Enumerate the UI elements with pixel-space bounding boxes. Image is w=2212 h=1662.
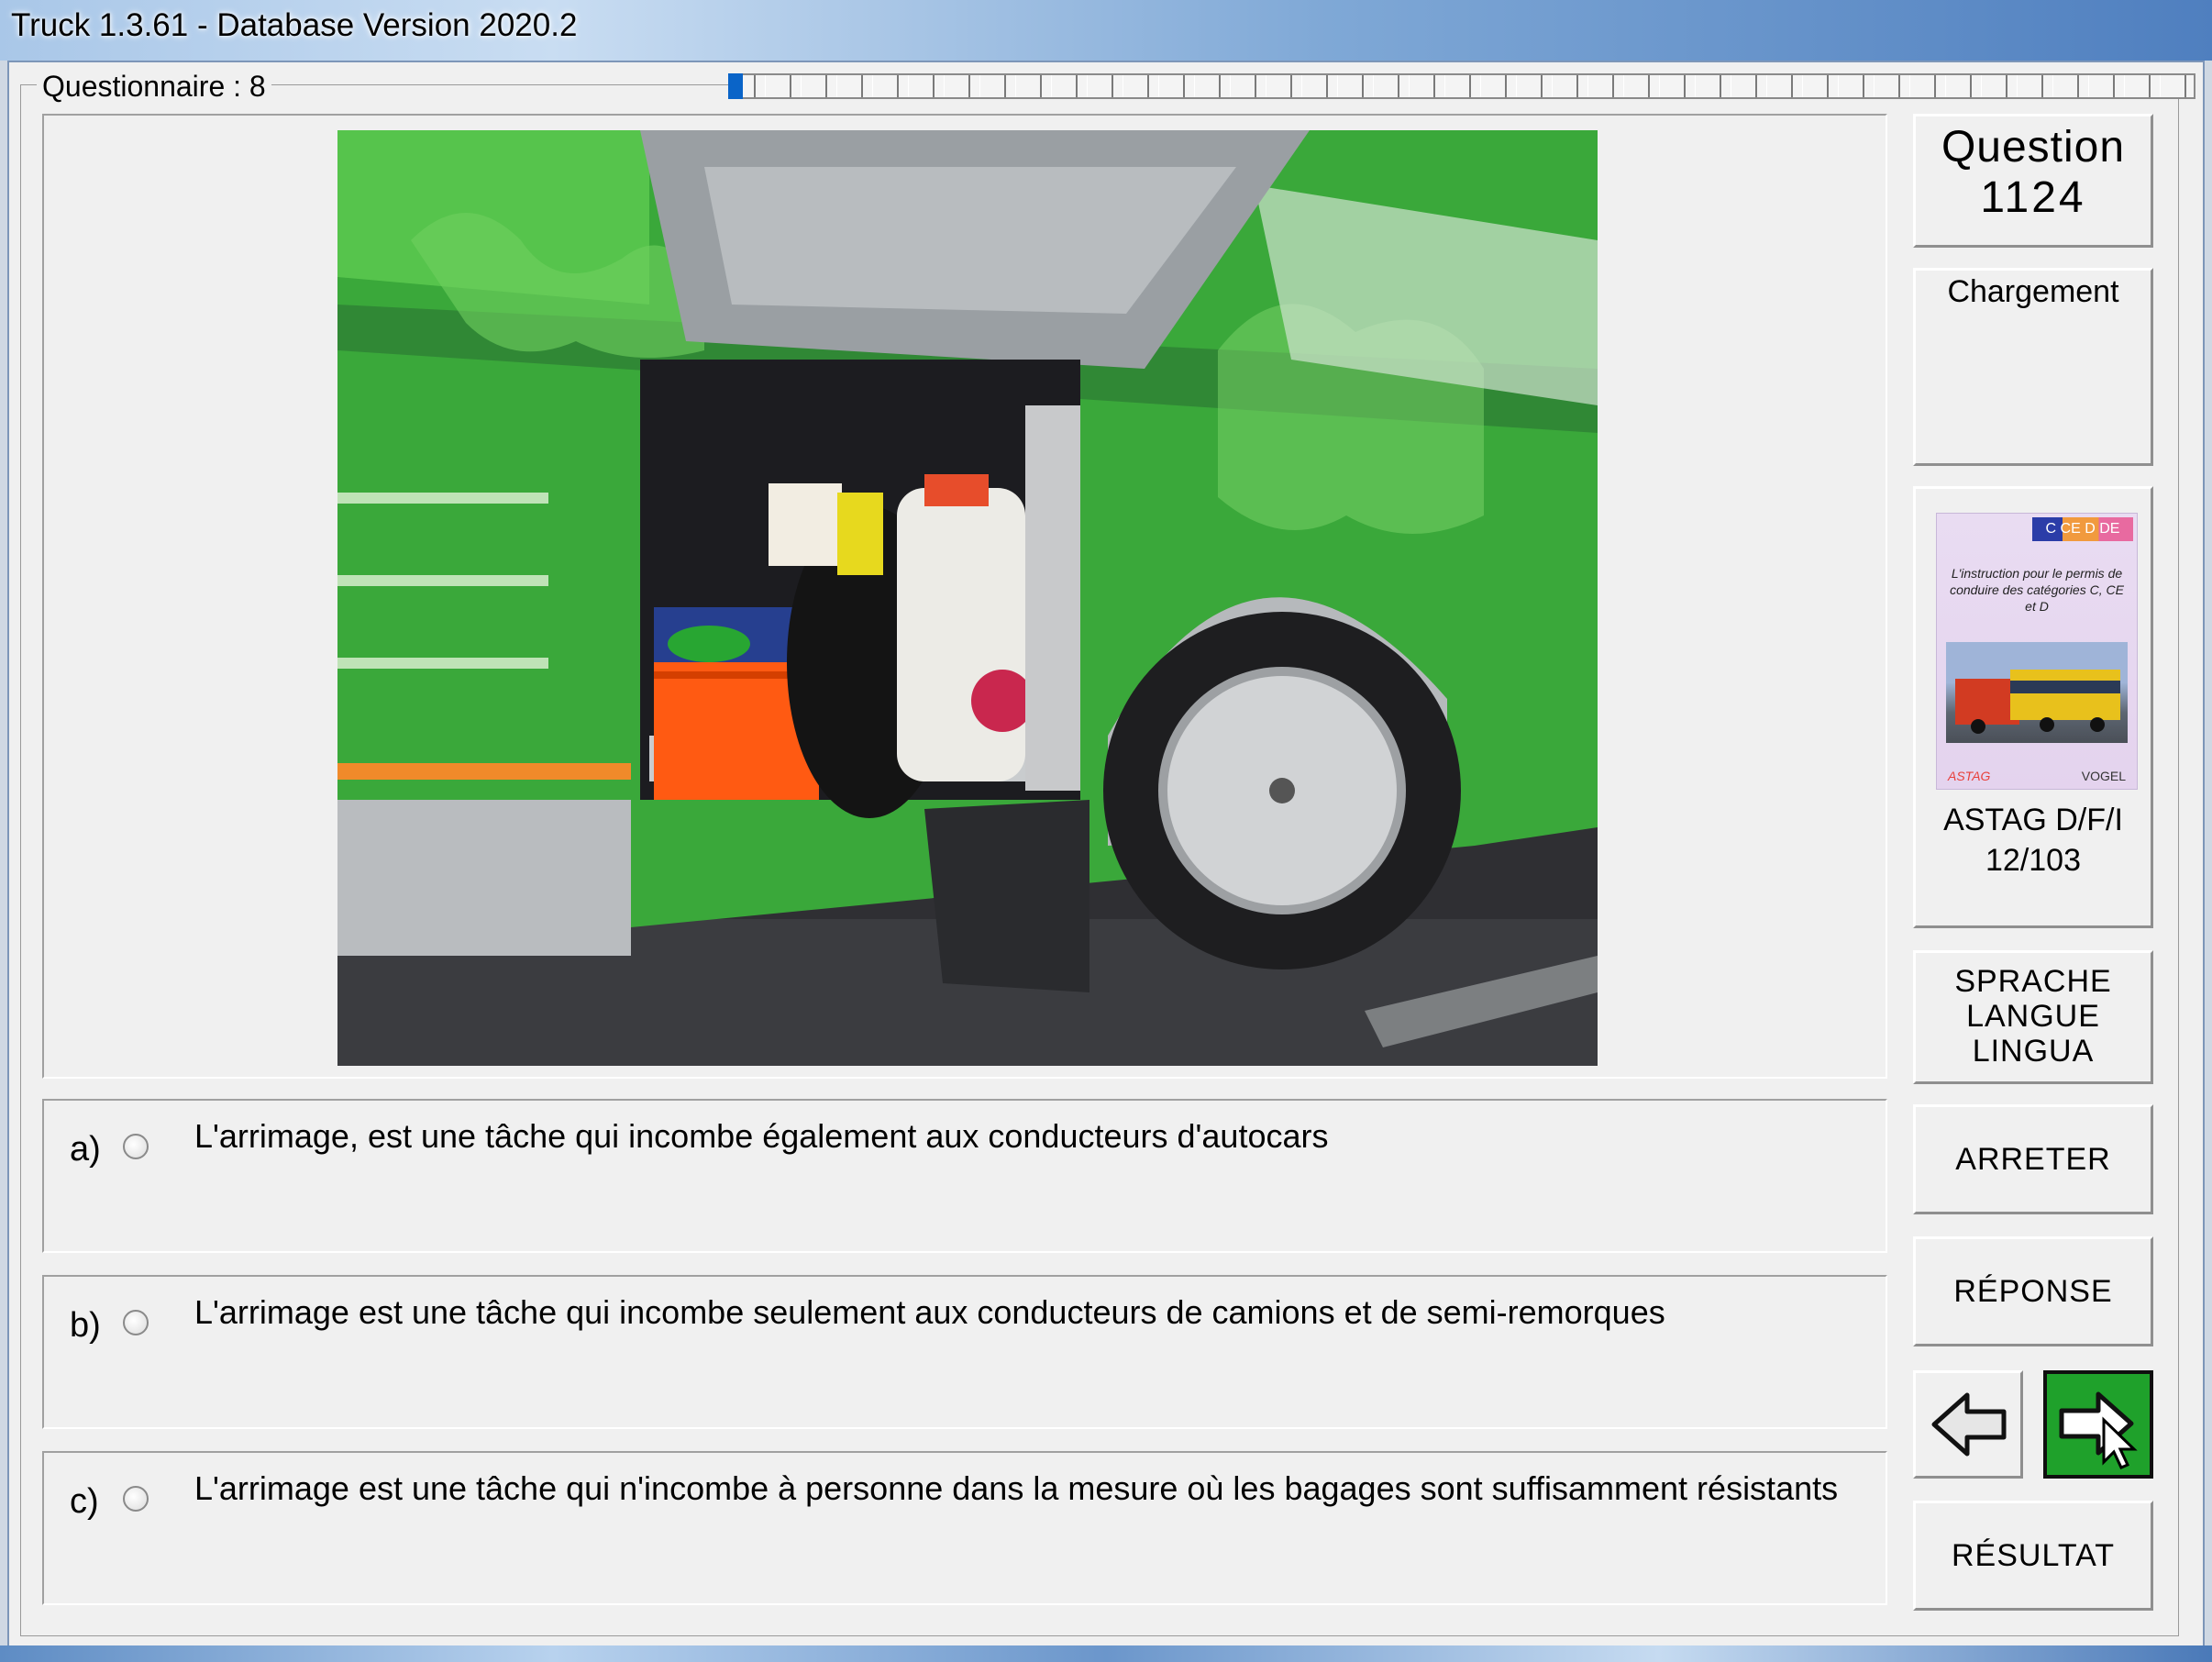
- book-logos: ASTAG VOGEL: [1948, 769, 2126, 783]
- answer-b-radio[interactable]: [123, 1310, 149, 1335]
- question-progress-fill: [728, 73, 743, 99]
- arrow-left-icon: [1931, 1392, 2007, 1457]
- answer-a-letter: a): [70, 1130, 101, 1169]
- source-panel: C CE D DE L'instruction pour le permis d…: [1913, 486, 2153, 928]
- answer-b-panel[interactable]: b) L'arrimage est une tâche qui incombe …: [42, 1275, 1887, 1429]
- answer-button[interactable]: RÉPONSE: [1913, 1236, 2153, 1346]
- stop-button[interactable]: ARRETER: [1913, 1104, 2153, 1214]
- answer-c-letter: c): [70, 1482, 99, 1521]
- source-page: 12/103: [1985, 843, 2081, 878]
- astag-logo: ASTAG: [1948, 769, 1991, 783]
- result-button[interactable]: RÉSULTAT: [1913, 1501, 2153, 1611]
- answer-a-panel[interactable]: a) L'arrimage, est une tâche qui incombe…: [42, 1099, 1887, 1253]
- question-progress-bar: [728, 73, 2195, 99]
- answer-a-radio[interactable]: [123, 1134, 149, 1159]
- window-bottom-border: [0, 1645, 2212, 1662]
- bus-luggage-photo: [337, 130, 1598, 1066]
- answer-b-text: L'arrimage est une tâche qui incombe seu…: [194, 1293, 1665, 1331]
- book-cover-photo: [1946, 642, 2128, 743]
- language-label-fr: LANGUE: [1966, 999, 2100, 1034]
- answer-c-text: L'arrimage est une tâche qui n'incombe à…: [194, 1469, 1839, 1507]
- answer-c-radio[interactable]: [123, 1486, 149, 1512]
- question-number-panel: Question 1124: [1913, 114, 2153, 248]
- answer-a-text: L'arrimage, est une tâche qui incombe ég…: [194, 1117, 1329, 1155]
- question-category: Chargement: [1947, 274, 2119, 309]
- stop-label: ARRETER: [1955, 1142, 2111, 1177]
- answer-b-letter: b): [70, 1306, 101, 1345]
- source-book-cover: C CE D DE L'instruction pour le permis d…: [1936, 513, 2138, 790]
- result-label: RÉSULTAT: [1951, 1538, 2116, 1573]
- category-panel: Chargement: [1913, 268, 2153, 466]
- source-name: ASTAG D/F/I: [1943, 803, 2123, 837]
- language-label-it: LINGUA: [1972, 1034, 2095, 1069]
- arrow-right-icon: [2059, 1391, 2138, 1469]
- window-title: Truck 1.3.61 - Database Version 2020.2: [11, 7, 578, 43]
- answer-label: RÉPONSE: [1953, 1274, 2113, 1309]
- answer-c-panel[interactable]: c) L'arrimage est une tâche qui n'incomb…: [42, 1451, 1887, 1605]
- language-button[interactable]: SPRACHE LANGUE LINGUA: [1913, 950, 2153, 1084]
- previous-button[interactable]: [1913, 1370, 2023, 1479]
- question-photo: [337, 130, 1598, 1066]
- title-bar: Truck 1.3.61 - Database Version 2020.2: [0, 0, 2212, 61]
- book-category-badge: C CE D DE: [2032, 517, 2133, 541]
- vogel-logo: VOGEL: [2081, 769, 2126, 783]
- question-number: 1124: [1980, 173, 2086, 222]
- language-label-de: SPRACHE: [1954, 964, 2112, 999]
- next-button[interactable]: [2043, 1370, 2153, 1479]
- questionnaire-label: Questionnaire : 8: [37, 70, 271, 104]
- book-cover-text: L'instruction pour le permis de conduire…: [1950, 566, 2124, 614]
- question-label: Question: [1941, 123, 2126, 172]
